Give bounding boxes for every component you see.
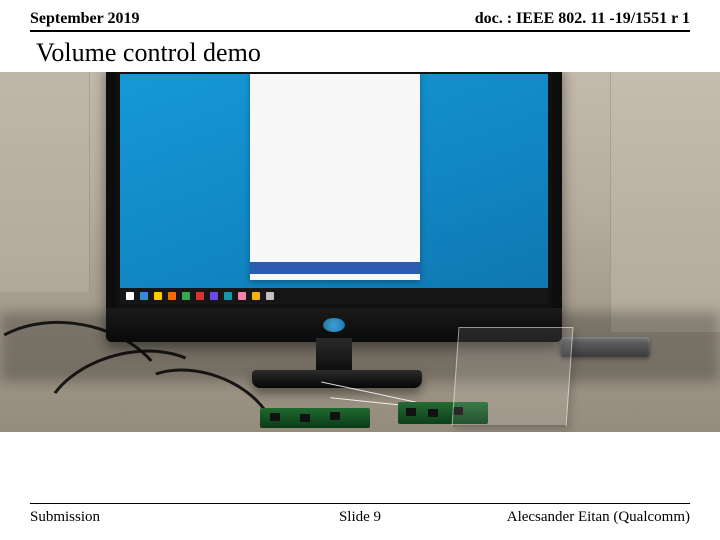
monitor-screen xyxy=(120,74,548,304)
taskbar-app-icon xyxy=(126,292,134,300)
cable-grommet xyxy=(560,337,650,357)
taskbar-app-icon xyxy=(182,292,190,300)
monitor-stand-neck xyxy=(316,338,352,374)
footer-author: Alecsander Eitan (Qualcomm) xyxy=(507,509,690,526)
taskbar-app-icon xyxy=(154,292,162,300)
chip-icon xyxy=(270,413,280,421)
wall-panel-right xyxy=(610,72,720,332)
header-doc-ref: doc. : IEEE 802. 11 -19/1551 r 1 xyxy=(475,10,690,28)
footer-left: Submission xyxy=(30,509,100,526)
pcb-board xyxy=(260,408,370,428)
chip-icon xyxy=(428,409,438,417)
windows-taskbar xyxy=(120,288,548,304)
taskbar-app-icon xyxy=(238,292,246,300)
taskbar-app-icon xyxy=(266,292,274,300)
chip-icon xyxy=(330,412,340,420)
slide-title: Volume control demo xyxy=(0,32,720,72)
chip-icon xyxy=(300,414,310,422)
footer-rule xyxy=(30,503,690,504)
taskbar-app-icon xyxy=(224,292,232,300)
chip-icon xyxy=(406,408,416,416)
monitor xyxy=(106,72,562,342)
taskbar-app-icon xyxy=(196,292,204,300)
taskbar-app-icon xyxy=(168,292,176,300)
app-window xyxy=(250,74,420,280)
monitor-bezel xyxy=(116,72,552,308)
footer-slide-number: Slide 9 xyxy=(339,509,381,526)
wall-panel-left xyxy=(0,72,90,292)
taskbar-app-icon xyxy=(210,292,218,300)
taskbar-app-icon xyxy=(140,292,148,300)
acrylic-stand xyxy=(452,327,574,427)
header-date: September 2019 xyxy=(30,10,139,28)
hp-logo-icon xyxy=(323,318,345,332)
taskbar-app-icon xyxy=(252,292,260,300)
demo-photo xyxy=(0,72,720,432)
